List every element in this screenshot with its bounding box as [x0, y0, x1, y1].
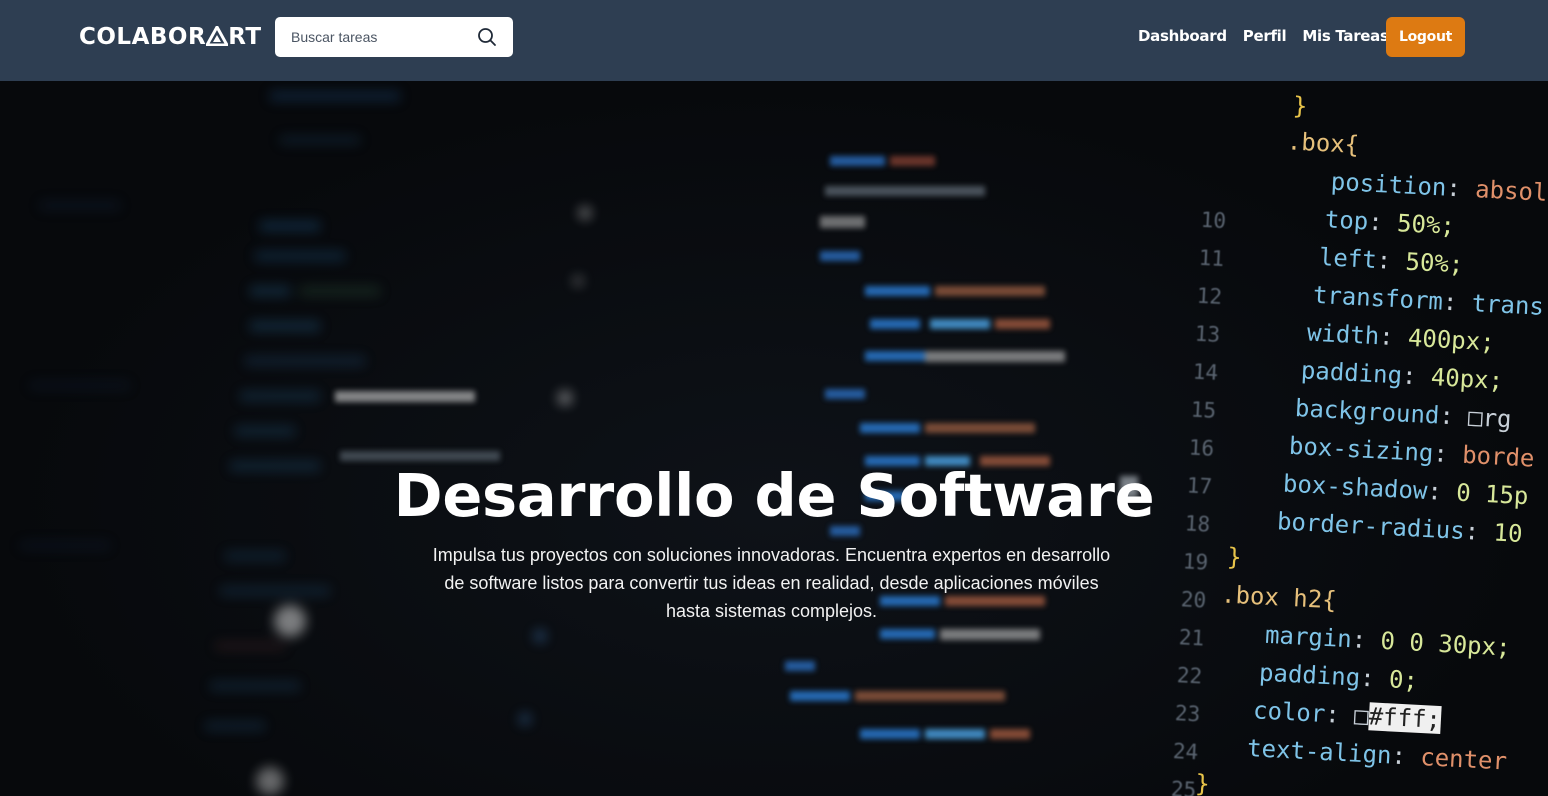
logo-text-suffix: RT [228, 24, 262, 50]
logo-a-triangle-icon [206, 26, 229, 46]
hero-description: Impulsa tus proyectos con soluciones inn… [432, 545, 1111, 621]
hero-section: 10 11 12 13 14 15 16 17 18 19 20 21 22 2… [0, 81, 1548, 796]
line-number: 20 [1180, 587, 1207, 613]
search-button[interactable] [475, 26, 499, 48]
code-line: text-align: center [1246, 733, 1508, 776]
line-number: 12 [1196, 283, 1223, 310]
code-line: position: absol [1330, 167, 1548, 207]
line-number: 11 [1198, 245, 1225, 272]
line-number: 10 [1200, 207, 1227, 234]
brand-logo[interactable]: COLABOR RT [79, 24, 262, 50]
line-number: 16 [1188, 435, 1215, 461]
code-line: margin: 0 0 30px; [1264, 620, 1512, 662]
logo-text-prefix: COLABOR [79, 24, 207, 50]
background-code-panel: 10 11 12 13 14 15 16 17 18 19 20 21 22 2… [1133, 81, 1548, 796]
search-input[interactable] [275, 17, 475, 57]
code-line: padding: 40px; [1300, 356, 1504, 395]
code-line: } [1194, 769, 1211, 796]
line-number: 14 [1192, 359, 1219, 385]
nav-link-dashboard[interactable]: Dashboard [1138, 27, 1227, 45]
code-line: width: 400px; [1306, 318, 1496, 357]
code-line: background: □rg [1294, 394, 1513, 434]
line-number: 15 [1190, 397, 1217, 423]
search-box [275, 17, 513, 57]
logout-button[interactable]: Logout [1386, 17, 1465, 57]
code-line: left: 50%; [1318, 243, 1465, 279]
code-line: } [1226, 542, 1243, 572]
code-line: .box h2{ [1220, 580, 1338, 615]
line-number: 24 [1172, 739, 1199, 765]
nav-links: Dashboard Perfil Mis Tareas [1138, 27, 1405, 45]
line-number: 25 [1170, 777, 1197, 796]
line-number: 19 [1182, 549, 1209, 575]
code-line: } [1292, 91, 1309, 121]
line-number: 23 [1174, 701, 1201, 727]
line-number: 21 [1178, 625, 1205, 651]
code-line: padding: 0; [1258, 658, 1419, 695]
nav-link-perfil[interactable]: Perfil [1243, 27, 1287, 45]
nav-link-mis-tareas[interactable]: Mis Tareas [1302, 27, 1389, 45]
code-line: color: □#fff; [1252, 696, 1442, 735]
code-line: transform: trans [1312, 280, 1545, 321]
line-number: 22 [1176, 663, 1203, 689]
code-line: top: 50%; [1324, 205, 1456, 241]
hero-title: Desarrollo de Software [393, 461, 1155, 530]
top-navbar: COLABOR RT Dashboard Perfil Mis Tareas Lo… [0, 0, 1548, 81]
search-icon [478, 28, 496, 46]
line-number: 13 [1194, 321, 1221, 347]
code-line: .box{ [1286, 127, 1360, 159]
